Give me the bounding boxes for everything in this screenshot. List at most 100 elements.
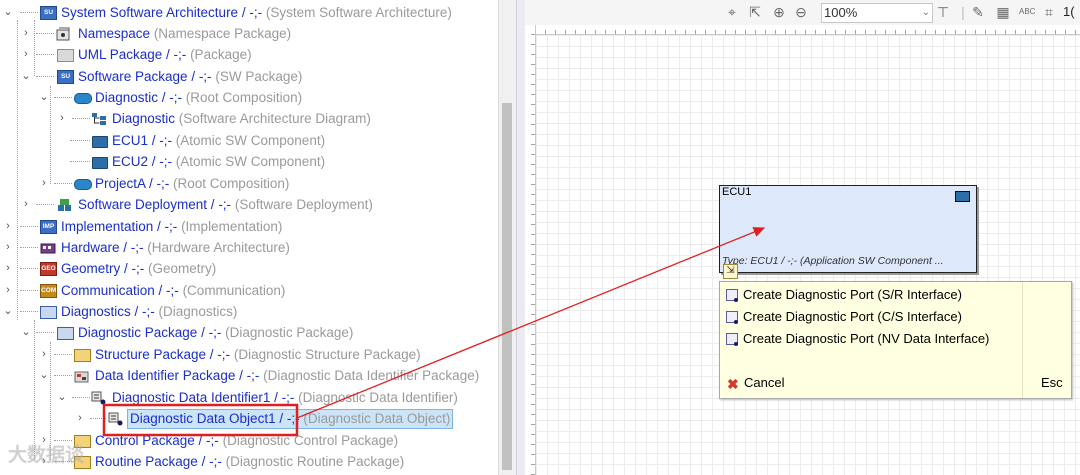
tree-guide <box>34 320 35 460</box>
tree-item-type: (Root Composition) <box>173 176 290 191</box>
frame-icon[interactable]: ⌗ <box>1041 4 1057 20</box>
tree-item-name: Diagnostic Data Identifier1 / -;- <box>112 390 295 405</box>
toolbar-overflow-label: 1( <box>1063 4 1075 19</box>
separator-icon: | <box>961 4 965 20</box>
tree-item-name: Diagnostics / -;- <box>61 304 155 319</box>
tree-item-name: Software Package / -;- <box>78 69 212 84</box>
menu-item-label: Create Diagnostic Port (NV Data Interfac… <box>743 331 990 346</box>
expand-icon[interactable]: › <box>20 44 32 65</box>
tree-guide <box>50 86 51 184</box>
fit-icon[interactable]: ⌖ <box>724 4 740 20</box>
tree-item-type: (Diagnostic Control Package) <box>222 433 399 448</box>
menu-item-label: Create Diagnostic Port (S/R Interface) <box>743 287 962 302</box>
tree-item-type: (Diagnostic Structure Package) <box>233 347 421 362</box>
menu-item-label: Create Diagnostic Port (C/S Interface) <box>743 309 962 324</box>
tree-item-type: (Geometry) <box>148 261 217 276</box>
component-title: ECU1 <box>722 186 752 198</box>
data-identifier-icon <box>91 390 107 405</box>
port-context-menu: Create Diagnostic Port (S/R Interface) C… <box>719 281 1072 399</box>
hardware-icon <box>40 240 56 254</box>
atomic-component-icon <box>92 136 108 148</box>
root-composition-icon <box>74 93 92 104</box>
horizontal-ruler <box>535 25 1080 35</box>
chevron-down-icon[interactable]: ⌄ <box>922 4 930 22</box>
expand-icon[interactable]: › <box>38 173 50 194</box>
collapse-icon[interactable]: ⌄ <box>20 322 32 343</box>
collapse-icon[interactable]: ⌄ <box>38 87 50 108</box>
expand-icon[interactable]: › <box>56 108 68 129</box>
expand-icon[interactable]: › <box>2 237 14 258</box>
structure-package-icon <box>74 349 91 362</box>
expand-icon[interactable]: › <box>74 408 86 429</box>
tree-item-type: (Diagnostic Routine Package) <box>225 454 405 469</box>
collapse-icon[interactable]: ⌄ <box>20 66 32 87</box>
tree-item-name: Control Package / -;- <box>95 433 219 448</box>
system-architecture-icon: SU <box>40 6 57 20</box>
expand-icon[interactable]: › <box>2 216 14 237</box>
tree-item-type: (Diagnostic Package) <box>225 325 354 340</box>
tree-item-name: Implementation / -;- <box>61 219 178 234</box>
ecu1-component[interactable]: ECU1 Type: ECU1 / -;- (Application SW Co… <box>719 185 977 273</box>
expand-icon[interactable]: › <box>38 344 50 365</box>
data-object-icon <box>108 411 124 426</box>
spellcheck-icon[interactable]: ABC <box>1019 4 1035 20</box>
deployment-icon <box>57 197 73 211</box>
export-icon[interactable]: ⇱ <box>747 4 763 20</box>
tree-scrollbar-thumb[interactable] <box>502 103 512 470</box>
port-drop-icon[interactable]: ⇲ <box>723 264 738 279</box>
menu-item-cancel[interactable]: Cancel <box>744 375 784 390</box>
tree-item-name: Data Identifier Package / -;- <box>95 368 260 383</box>
geometry-icon: GEO <box>40 262 57 276</box>
close-icon[interactable]: ✖ <box>727 376 739 393</box>
tree-item-name: Structure Package / -;- <box>95 347 231 362</box>
tree-item-name: Diagnostic <box>112 111 176 126</box>
tree-item-name: System Software Architecture / -;- <box>61 5 263 20</box>
tree-item-type: (System Software Architecture) <box>265 5 452 20</box>
tree-item-name: Diagnostic / -;- <box>95 90 183 105</box>
tree-item-name: Hardware / -;- <box>61 240 144 255</box>
collapse-icon[interactable]: ⌄ <box>38 365 50 386</box>
collapse-icon[interactable]: ⌄ <box>2 301 14 322</box>
component-icon <box>955 191 970 202</box>
tree-item-type: (Software Architecture Diagram) <box>178 111 371 126</box>
zoom-value: 100% <box>824 5 858 20</box>
tree-item-type: (Hardware Architecture) <box>147 240 290 255</box>
communication-icon: COM <box>40 284 57 298</box>
tree-item-name: Geometry / -;- <box>61 261 145 276</box>
implementation-icon: IMP <box>40 220 57 234</box>
tree-item-type: (Diagnostics) <box>158 304 238 319</box>
zoom-select[interactable]: 100% ⌄ <box>821 3 933 23</box>
tree-item-type: (Package) <box>190 47 252 62</box>
expand-icon[interactable]: › <box>2 258 14 279</box>
collapse-icon[interactable]: ⌄ <box>56 387 68 408</box>
collapse-icon[interactable]: ⌄ <box>2 2 14 23</box>
tree-item-type: (Root Composition) <box>185 90 303 105</box>
data-identifier-package-icon <box>74 368 90 383</box>
tree-item-type: (SW Package) <box>215 69 303 84</box>
tree-item-type: (Diagnostic Data Object) <box>303 411 451 426</box>
pen-icon[interactable]: ✎ <box>970 4 986 20</box>
shortcut-label: Esc <box>1041 375 1063 390</box>
diagnostics-icon <box>40 306 57 319</box>
project-tree: ⌄ SU System Software Architecture / -;- … <box>0 0 500 475</box>
expand-icon[interactable]: › <box>2 280 14 301</box>
tree-guide <box>34 20 35 76</box>
sw-package-icon: SU <box>57 70 74 84</box>
tree-item-type: (Implementation) <box>181 219 283 234</box>
expand-icon[interactable]: › <box>20 194 32 215</box>
port-icon <box>726 333 738 346</box>
tree-item-name: UML Package / -;- <box>78 47 187 62</box>
grid-icon[interactable]: ▦ <box>995 4 1011 20</box>
tree-item-name: ECU1 / -;- <box>112 133 173 148</box>
namespace-icon <box>56 26 72 41</box>
expand-icon[interactable]: › <box>20 23 32 44</box>
root-composition-icon <box>74 179 92 190</box>
port-icon <box>726 311 738 324</box>
align-icon[interactable]: ⊤ <box>935 4 951 20</box>
zoom-in-icon[interactable]: ⊕ <box>771 4 787 20</box>
zoom-out-icon[interactable]: ⊖ <box>793 4 809 20</box>
tree-item-name: Diagnostic Package / -;- <box>78 325 222 340</box>
tree-item-name: Communication / -;- <box>61 283 179 298</box>
tree-item-name: Diagnostic Data Object1 / -;- <box>130 411 300 426</box>
tree-item-type: (Software Deployment) <box>234 197 373 212</box>
